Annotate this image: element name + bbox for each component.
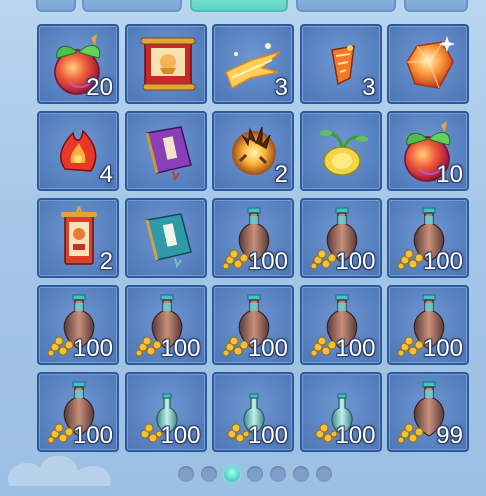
inventory-slot[interactable]: 4	[37, 111, 119, 191]
item-count: 100	[335, 422, 376, 449]
page-dot[interactable]	[201, 466, 217, 482]
inventory-slot[interactable]: 100	[37, 372, 119, 452]
item-count: 100	[72, 422, 113, 449]
item-count: 100	[160, 422, 201, 449]
item-count: 100	[160, 335, 201, 362]
inventory-slot[interactable]: 100	[387, 198, 469, 278]
purple-book-icon	[145, 126, 192, 182]
item-count: 100	[72, 335, 113, 362]
item-count: 100	[422, 335, 463, 362]
inventory-slot[interactable]: 100	[299, 372, 382, 452]
item-count: 100	[335, 248, 376, 275]
teal-book-icon	[145, 213, 192, 269]
inventory-slot[interactable]: 10	[387, 111, 469, 191]
inventory-slot[interactable]: 100	[299, 285, 382, 365]
inventory-slot[interactable]	[124, 24, 207, 104]
golden-gourd-icon	[319, 130, 368, 176]
inventory-slot[interactable]: 2	[37, 198, 119, 278]
inventory-slot[interactable]	[387, 24, 469, 104]
inventory-slot[interactable]	[124, 198, 207, 278]
inventory-slot[interactable]: 100	[212, 285, 294, 365]
item-count: 100	[247, 422, 288, 449]
item-count: 4	[99, 161, 113, 188]
page-indicator	[0, 466, 486, 484]
inventory-slot[interactable]: 20	[37, 24, 119, 104]
inventory-slot[interactable]: 3	[299, 24, 382, 104]
inventory-slot[interactable]: 100	[124, 372, 207, 452]
inventory-slot[interactable]: 100	[124, 285, 207, 365]
scroll-painting-icon	[140, 37, 195, 91]
tab-3-active[interactable]	[190, 0, 288, 12]
inventory-slot[interactable]: 2	[212, 111, 294, 191]
tab-1[interactable]	[36, 0, 76, 12]
page-dot[interactable]	[270, 466, 286, 482]
crystal-gem-icon	[406, 36, 455, 89]
item-count: 2	[274, 161, 288, 188]
inventory-slot[interactable]: 100	[212, 372, 294, 452]
inventory-slot[interactable]: 100	[387, 285, 469, 365]
item-count: 2	[99, 248, 113, 275]
page-dot[interactable]	[178, 466, 194, 482]
item-count: 3	[274, 74, 288, 101]
inventory-slot[interactable]	[299, 111, 382, 191]
inventory-slot[interactable]: 100	[299, 198, 382, 278]
item-count: 100	[422, 248, 463, 275]
inventory-slot[interactable]: 99	[387, 372, 469, 452]
page-dot[interactable]	[316, 466, 332, 482]
item-count: 20	[86, 74, 113, 101]
inventory-slot[interactable]: 100	[212, 198, 294, 278]
page-dot-active[interactable]	[224, 466, 240, 482]
item-count: 99	[436, 422, 463, 449]
item-count: 3	[362, 74, 376, 101]
tab-4[interactable]	[296, 0, 396, 12]
inventory-grid: 20 3 3 4 2 10 2 100 100 100 100 100 100 100 100 100 100 1…	[37, 24, 469, 452]
inventory-slot[interactable]	[124, 111, 207, 191]
page-dot[interactable]	[247, 466, 263, 482]
page-dot[interactable]	[293, 466, 309, 482]
tab-5[interactable]	[404, 0, 468, 12]
item-count: 10	[436, 161, 463, 188]
item-count: 100	[335, 335, 376, 362]
tab-bar	[0, 0, 486, 12]
inventory-slot[interactable]: 100	[37, 285, 119, 365]
item-count: 100	[247, 248, 288, 275]
item-count: 100	[247, 335, 288, 362]
inventory-slot[interactable]: 3	[212, 24, 294, 104]
tab-2[interactable]	[82, 0, 182, 12]
